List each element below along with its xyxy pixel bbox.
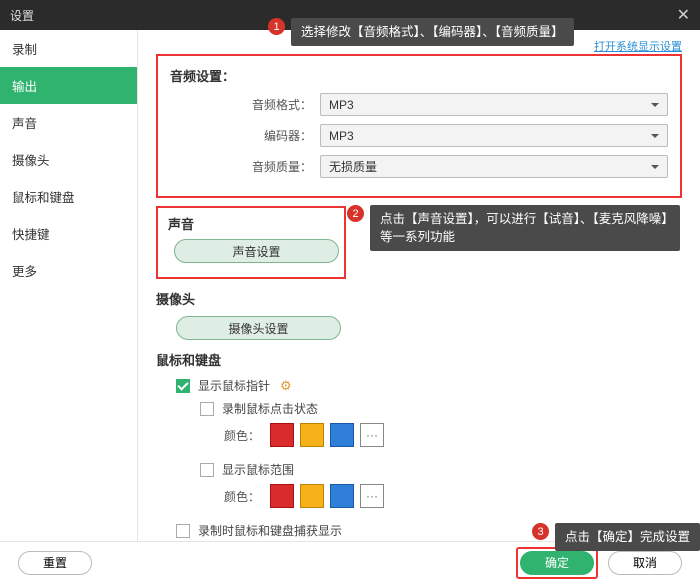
range-color-more[interactable]: ··· bbox=[360, 484, 384, 508]
range-color-blue[interactable] bbox=[330, 484, 354, 508]
record-mk-capture-checkbox[interactable] bbox=[176, 524, 190, 538]
callout-1-badge: 1 bbox=[268, 18, 285, 35]
sidebar-item-more[interactable]: 更多 bbox=[0, 252, 137, 289]
camera-section: 摄像头 摄像头设置 bbox=[156, 289, 682, 340]
show-range-checkbox[interactable] bbox=[200, 463, 214, 477]
sidebar-item-hotkeys[interactable]: 快捷键 bbox=[0, 215, 137, 252]
callout-2-text: 点击【声音设置】，可以进行【试音】、【麦克风降噪】等一系列功能 bbox=[370, 205, 680, 251]
show-cursor-label: 显示鼠标指针 bbox=[198, 377, 270, 394]
sidebar-item-record[interactable]: 录制 bbox=[0, 30, 137, 67]
camera-section-title: 摄像头 bbox=[156, 289, 682, 308]
callout-2-badge: 2 bbox=[347, 205, 364, 222]
click-color-more[interactable]: ··· bbox=[360, 423, 384, 447]
audio-format-select[interactable]: MP3 bbox=[320, 93, 668, 116]
settings-window: 设置 ✕ 录制 输出 声音 摄像头 鼠标和键盘 快捷键 更多 打开系统显示设置 … bbox=[0, 0, 700, 583]
sound-settings-button[interactable]: 声音设置 bbox=[174, 239, 339, 263]
callout-2: 2 点击【声音设置】，可以进行【试音】、【麦克风降噪】等一系列功能 bbox=[347, 205, 680, 251]
sidebar-item-mouse-keyboard[interactable]: 鼠标和键盘 bbox=[0, 178, 137, 215]
click-color-blue[interactable] bbox=[330, 423, 354, 447]
ok-highlight-box: 确定 bbox=[516, 547, 598, 579]
click-color-red[interactable] bbox=[270, 423, 294, 447]
cancel-button[interactable]: 取消 bbox=[608, 551, 682, 575]
show-cursor-checkbox[interactable] bbox=[176, 379, 190, 393]
record-click-label: 录制鼠标点击状态 bbox=[222, 400, 318, 417]
sidebar-item-sound[interactable]: 声音 bbox=[0, 104, 137, 141]
audio-encoder-label: 编码器： bbox=[170, 127, 320, 144]
sidebar: 录制 输出 声音 摄像头 鼠标和键盘 快捷键 更多 bbox=[0, 30, 138, 541]
body: 录制 输出 声音 摄像头 鼠标和键盘 快捷键 更多 打开系统显示设置 音频设置：… bbox=[0, 30, 700, 541]
range-color-red[interactable] bbox=[270, 484, 294, 508]
audio-section-title: 音频设置： bbox=[170, 66, 668, 85]
range-color-orange[interactable] bbox=[300, 484, 324, 508]
sound-section-title: 声音 bbox=[168, 214, 334, 233]
mk-section-title: 鼠标和键盘 bbox=[156, 350, 682, 369]
range-color-label: 颜色： bbox=[224, 488, 260, 505]
record-click-checkbox[interactable] bbox=[200, 402, 214, 416]
content: 打开系统显示设置 音频设置： 音频格式： MP3 编码器： MP3 音频质量： … bbox=[138, 30, 700, 541]
callout-3: 3 点击【确定】完成设置 bbox=[532, 523, 700, 551]
audio-encoder-select[interactable]: MP3 bbox=[320, 124, 668, 147]
close-icon[interactable]: ✕ bbox=[677, 5, 690, 25]
mouse-keyboard-section: 鼠标和键盘 显示鼠标指针 ⚙ 录制鼠标点击状态 颜色： bbox=[156, 350, 682, 539]
callout-3-text: 点击【确定】完成设置 bbox=[555, 523, 700, 551]
sidebar-item-camera[interactable]: 摄像头 bbox=[0, 141, 137, 178]
record-mk-capture-label: 录制时鼠标和键盘捕获显示 bbox=[198, 522, 342, 539]
callout-1-text: 选择修改【音频格式】、【编码器】、【音频质量】 bbox=[291, 18, 574, 46]
gear-icon[interactable]: ⚙ bbox=[280, 378, 292, 394]
sidebar-item-output[interactable]: 输出 bbox=[0, 67, 137, 104]
click-color-orange[interactable] bbox=[300, 423, 324, 447]
callout-1: 1 选择修改【音频格式】、【编码器】、【音频质量】 bbox=[268, 18, 574, 46]
show-range-label: 显示鼠标范围 bbox=[222, 461, 294, 478]
audio-quality-select[interactable]: 无损质量 bbox=[320, 155, 668, 178]
sound-section-box: 声音 声音设置 bbox=[156, 206, 346, 279]
audio-format-label: 音频格式： bbox=[170, 96, 320, 113]
reset-button[interactable]: 重置 bbox=[18, 551, 92, 575]
camera-settings-button[interactable]: 摄像头设置 bbox=[176, 316, 341, 340]
audio-quality-label: 音频质量： bbox=[170, 158, 320, 175]
audio-settings-box: 音频设置： 音频格式： MP3 编码器： MP3 音频质量： 无损质量 bbox=[156, 54, 682, 198]
callout-3-badge: 3 bbox=[532, 523, 549, 540]
ok-button[interactable]: 确定 bbox=[520, 551, 594, 575]
click-color-label: 颜色： bbox=[224, 427, 260, 444]
